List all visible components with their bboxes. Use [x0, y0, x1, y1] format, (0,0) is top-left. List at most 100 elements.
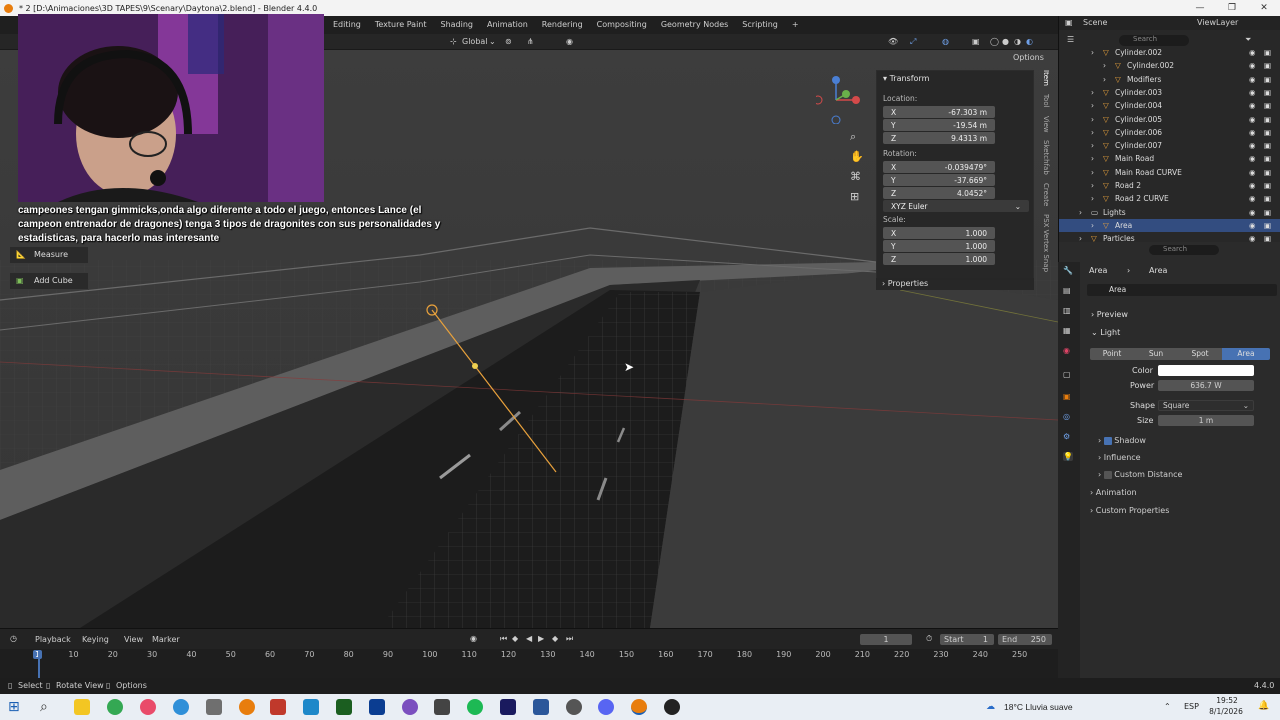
render-visibility-icon[interactable]: ▣	[1264, 46, 1271, 59]
camera-icon[interactable]: ⌘	[850, 170, 861, 183]
shadow-checkbox[interactable]	[1103, 436, 1112, 445]
scene-selector[interactable]: Scene	[1083, 18, 1107, 27]
visibility-eye-icon[interactable]: ◉	[1249, 99, 1256, 112]
expand-arrow-icon[interactable]: ›	[1091, 219, 1094, 232]
light-type-sun[interactable]: Sun	[1134, 348, 1178, 360]
expand-arrow-icon[interactable]: ›	[1091, 113, 1094, 126]
marker-menu[interactable]: Marker	[152, 635, 180, 644]
vegas-icon[interactable]	[369, 699, 385, 715]
physics-tab-icon[interactable]: ◎	[1063, 412, 1070, 421]
outliner-row[interactable]: › ▽ Cylinder.002 ◉ ▣	[1059, 46, 1280, 59]
custom-distance-panel-header[interactable]: › Custom Distance	[1098, 470, 1182, 479]
zoom-icon[interactable]: ⌕	[850, 130, 856, 144]
output-tab-icon[interactable]: ▥	[1063, 306, 1071, 315]
edge-icon[interactable]	[173, 699, 189, 715]
expand-arrow-icon[interactable]: ›	[1091, 126, 1094, 139]
breadcrumb-data[interactable]: Area	[1149, 266, 1167, 275]
close-icon[interactable]: ✕	[1248, 0, 1280, 16]
next-keyframe-icon[interactable]: ◆	[552, 634, 558, 643]
view-menu[interactable]: View	[124, 635, 143, 644]
expand-arrow-icon[interactable]: ›	[1079, 206, 1082, 219]
playhead[interactable]	[38, 650, 40, 678]
visibility-eye-icon[interactable]: ◉	[1249, 73, 1256, 86]
expand-arrow-icon[interactable]: ›	[1091, 46, 1094, 59]
playback-menu[interactable]: Playback	[35, 635, 71, 644]
expand-arrow-icon[interactable]: ›	[1103, 73, 1106, 86]
influence-panel-header[interactable]: › Influence	[1098, 453, 1141, 462]
maximize-icon[interactable]: ❐	[1216, 0, 1248, 16]
end-frame-field[interactable]: End 250	[998, 634, 1052, 645]
breadcrumb-object[interactable]: Area	[1089, 266, 1107, 275]
app3-icon[interactable]	[434, 699, 450, 715]
outliner-row[interactable]: › ▽ Cylinder.004 ◉ ▣	[1059, 99, 1280, 112]
render-visibility-icon[interactable]: ▣	[1264, 179, 1271, 192]
shadow-panel-header[interactable]: › Shadow	[1098, 436, 1146, 445]
photos-icon[interactable]	[303, 699, 319, 715]
language-indicator[interactable]: ESP	[1184, 702, 1199, 711]
render-visibility-icon[interactable]: ▣	[1264, 86, 1271, 99]
options-dropdown[interactable]: Options	[1013, 53, 1044, 62]
play-reverse-icon[interactable]: ◀	[526, 634, 532, 643]
opera-icon[interactable]	[140, 699, 156, 715]
visibility-eye-icon[interactable]: ◉	[1249, 113, 1256, 126]
outliner-row[interactable]: › ▽ Road 2 ◉ ▣	[1059, 179, 1280, 192]
properties-search-input[interactable]: Search	[1149, 245, 1219, 255]
rendered-shading-icon[interactable]: ◐	[1026, 34, 1033, 50]
light-data-name-field[interactable]: Area	[1087, 284, 1277, 296]
view-layer-tab-icon[interactable]: ▦	[1063, 326, 1071, 335]
outliner-row[interactable]: › ▽ Cylinder.007 ◉ ▣	[1059, 139, 1280, 152]
gizmo-icon[interactable]: ⤢	[910, 34, 916, 50]
visibility-eye-icon[interactable]: ◉	[1249, 46, 1256, 59]
view-layer-selector[interactable]: ViewLayer	[1197, 18, 1238, 27]
overlay-icon[interactable]: ◍	[942, 34, 949, 50]
location-x-field[interactable]: X -67.303 m	[883, 106, 995, 118]
tray-chevron-icon[interactable]: ⌃	[1164, 702, 1171, 711]
power-field[interactable]: 636.7 W	[1158, 380, 1254, 391]
tab-item[interactable]: Item	[1042, 70, 1050, 86]
transform-panel-header[interactable]: ▾ Transform	[877, 71, 1033, 86]
rotation-x-field[interactable]: X -0.039479°	[883, 161, 995, 173]
spotify-icon[interactable]	[467, 699, 483, 715]
render-visibility-icon[interactable]: ▣	[1264, 59, 1271, 72]
tab-psx-vertex-snap[interactable]: PSX Vertex Snap	[1042, 214, 1050, 272]
custom-distance-checkbox[interactable]	[1103, 470, 1112, 479]
visibility-eye-icon[interactable]: ◉	[1249, 206, 1256, 219]
measure-tool-button[interactable]: 📐 Measure	[9, 246, 89, 264]
light-color-swatch[interactable]	[1158, 365, 1254, 376]
tab-texture-paint[interactable]: Texture Paint	[368, 16, 434, 34]
outliner-row[interactable]: › ▽ Modifiers ◉ ▣	[1059, 73, 1280, 86]
expand-arrow-icon[interactable]: ›	[1091, 99, 1094, 112]
properties-panel-header[interactable]: › Properties	[876, 278, 1034, 290]
rotation-mode-dropdown[interactable]: XYZ Euler ⌄	[883, 200, 1029, 212]
render-visibility-icon[interactable]: ▣	[1264, 73, 1271, 86]
render-visibility-icon[interactable]: ▣	[1264, 152, 1271, 165]
weather-text[interactable]: 18°C Lluvia suave	[1004, 702, 1073, 712]
tool-tab-icon[interactable]: 🔧	[1063, 266, 1073, 275]
chrome-icon[interactable]	[107, 699, 123, 715]
rotation-y-field[interactable]: Y -37.669°	[883, 174, 995, 186]
expand-arrow-icon[interactable]: ›	[1091, 139, 1094, 152]
pivot-icon[interactable]: ⊚	[505, 34, 512, 50]
play-icon[interactable]: ▶	[538, 634, 544, 643]
minimize-icon[interactable]: —	[1184, 0, 1216, 16]
location-y-field[interactable]: Y -19.54 m	[883, 119, 995, 131]
render-visibility-icon[interactable]: ▣	[1264, 192, 1271, 205]
windows-start-icon[interactable]: ⊞	[8, 699, 24, 715]
preview-panel-header[interactable]: › Preview	[1091, 310, 1128, 319]
jump-end-icon[interactable]: ⏭	[566, 634, 573, 644]
blender-active-icon[interactable]	[631, 699, 647, 715]
editor-type-icon[interactable]: ◷	[10, 634, 17, 643]
start-frame-field[interactable]: Start 1	[940, 634, 994, 645]
tab-create[interactable]: Create	[1042, 183, 1050, 206]
expand-arrow-icon[interactable]: ›	[1091, 86, 1094, 99]
navigation-gizmo[interactable]	[813, 74, 864, 125]
visibility-eye-icon[interactable]: ◉	[1249, 166, 1256, 179]
visibility-eye-icon[interactable]: ◉	[1249, 139, 1256, 152]
scale-z-field[interactable]: Z 1.000	[883, 253, 995, 265]
xray-icon[interactable]: ▣	[972, 34, 980, 50]
tab-animation[interactable]: Animation	[480, 16, 535, 34]
tab-sketchfab[interactable]: Sketchfab	[1042, 140, 1050, 175]
tab-rendering[interactable]: Rendering	[535, 16, 590, 34]
light-type-spot[interactable]: Spot	[1178, 348, 1222, 360]
solid-shading-icon[interactable]: ●	[1002, 34, 1009, 50]
